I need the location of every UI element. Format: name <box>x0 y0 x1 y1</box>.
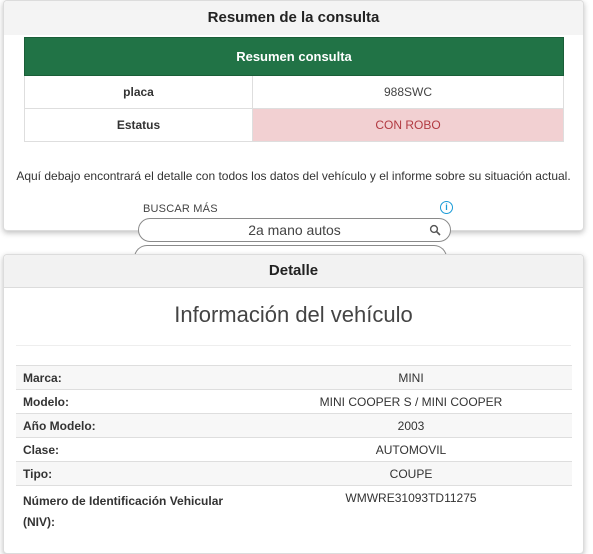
table-row: Tipo: COUPE <box>16 461 572 486</box>
page-title: Información del vehículo <box>174 302 413 327</box>
detail-card: Detalle Información del vehículo Marca: … <box>3 254 584 554</box>
model-year-value: 2003 <box>250 413 572 438</box>
table-row: Marca: MINI <box>16 365 572 390</box>
info-icon[interactable]: i <box>440 201 453 214</box>
detail-card-title: Detalle <box>4 255 583 288</box>
vin-label: Número de Identificación Vehicular (NIV)… <box>16 485 250 535</box>
table-row: Estatus CON ROBO <box>24 108 564 142</box>
ad-search-label: BUSCAR MÁS <box>143 203 218 215</box>
brand-label: Marca: <box>16 365 250 390</box>
table-row: Clase: AUTOMOVIL <box>16 437 572 462</box>
class-label: Clase: <box>16 437 250 462</box>
summary-card: Resumen de la consulta Resumen consulta … <box>3 0 584 242</box>
vehicle-detail-table: Marca: MINI Modelo: MINI COOPER S / MINI… <box>16 365 572 535</box>
ad-search-button[interactable]: 2a mano autos <box>138 218 451 242</box>
ad-search-text: 2a mano autos <box>248 222 341 238</box>
type-label: Tipo: <box>16 461 250 486</box>
table-row: Año Modelo: 2003 <box>16 413 572 438</box>
search-icon <box>429 224 441 236</box>
type-value: COUPE <box>250 461 572 486</box>
table-row: Modelo: MINI COOPER S / MINI COOPER <box>16 389 572 414</box>
vin-value: WMWRE31093TD11275 <box>250 485 572 535</box>
plate-value: 988SWC <box>252 75 564 109</box>
table-row: placa 988SWC <box>24 75 564 109</box>
summary-table-header: Resumen consulta <box>24 37 564 76</box>
model-year-label: Año Modelo: <box>16 413 250 438</box>
model-label: Modelo: <box>16 389 250 414</box>
intro-text: Aquí debajo encontrará el detalle con to… <box>16 169 571 183</box>
status-label: Estatus <box>24 108 253 142</box>
model-value: MINI COOPER S / MINI COOPER <box>250 389 572 414</box>
status-badge: CON ROBO <box>252 108 564 142</box>
table-row: Número de Identificación Vehicular (NIV)… <box>16 485 572 535</box>
plate-label: placa <box>24 75 253 109</box>
brand-value: MINI <box>250 365 572 390</box>
summary-table: Resumen consulta placa 988SWC Estatus CO… <box>24 37 564 142</box>
summary-card-title: Resumen de la consulta <box>4 1 583 35</box>
heading-divider <box>16 345 571 346</box>
class-value: AUTOMOVIL <box>250 437 572 462</box>
